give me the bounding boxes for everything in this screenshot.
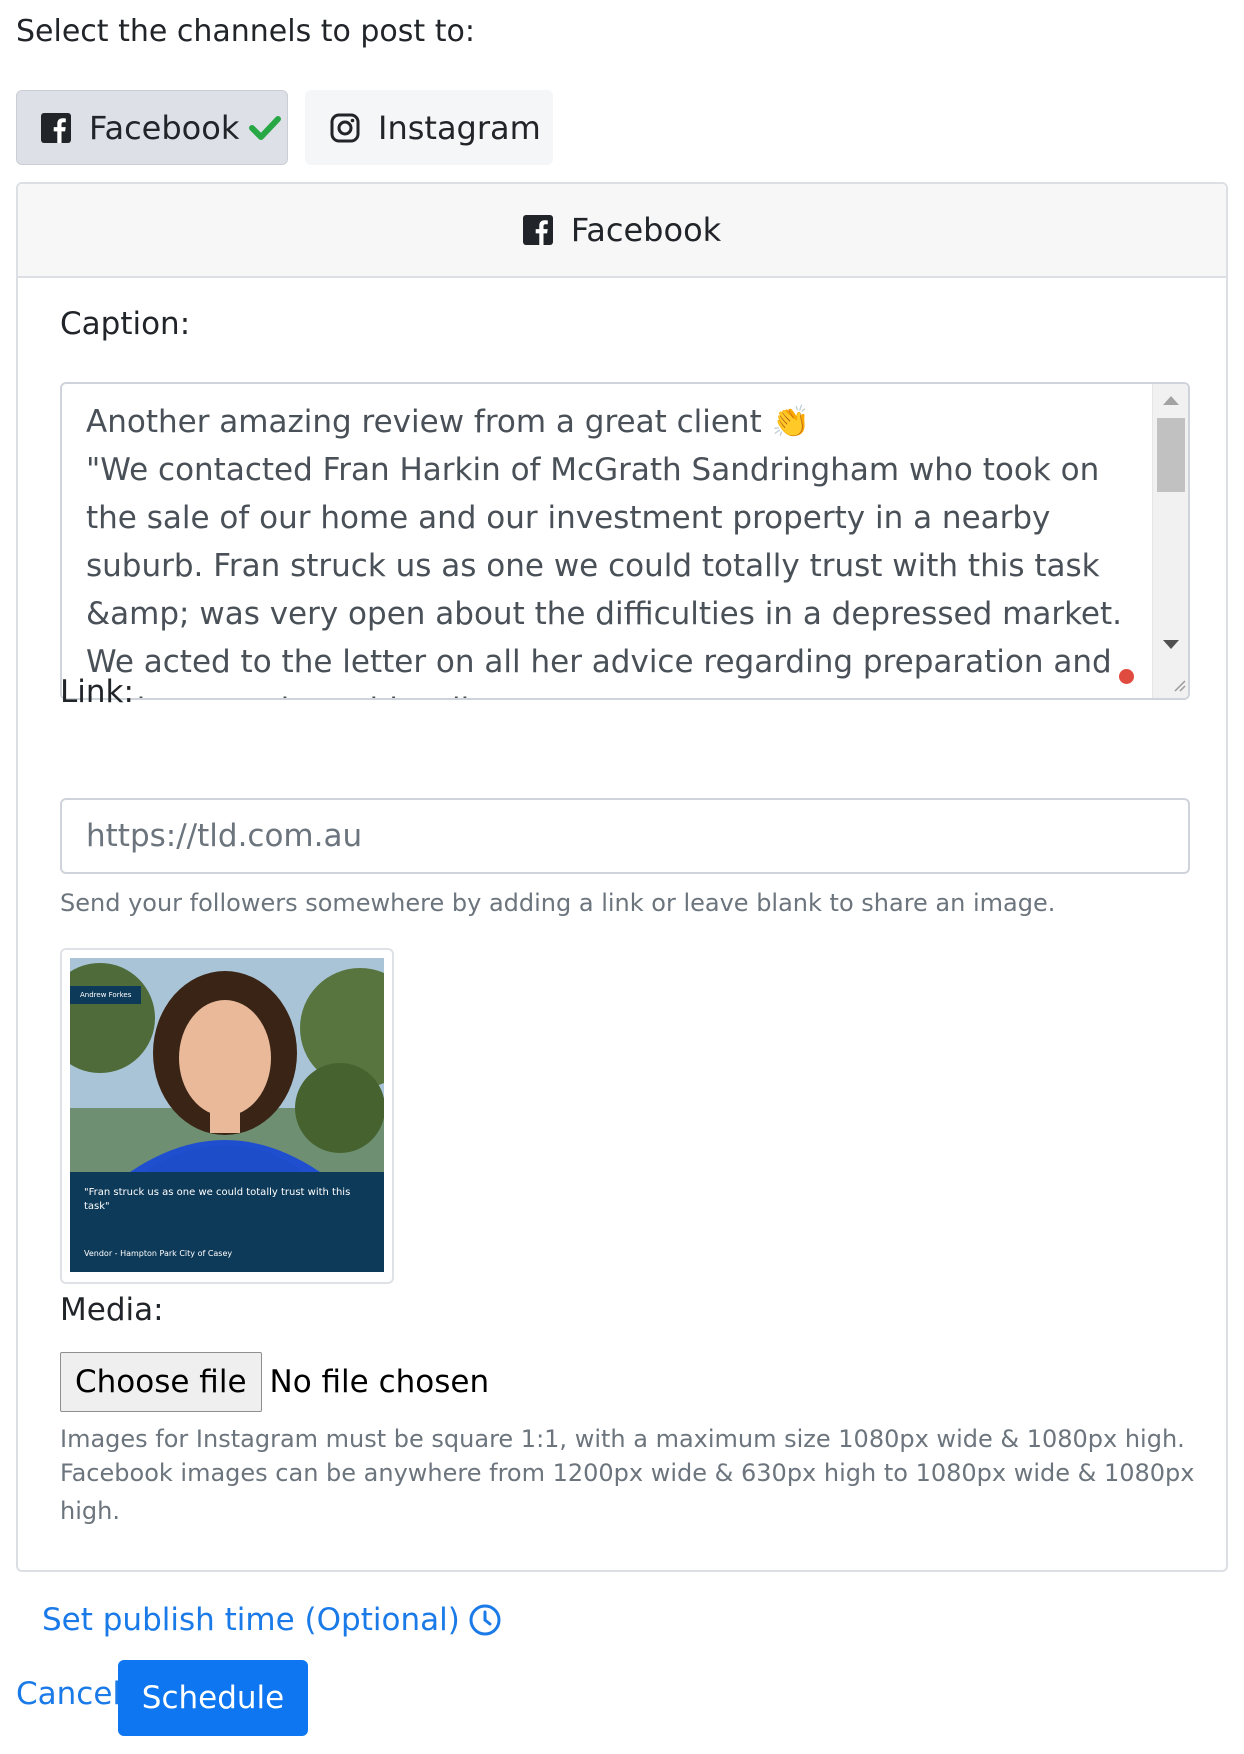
file-status: No file chosen <box>269 1364 490 1400</box>
channels-prompt: Select the channels to post to: <box>16 14 475 49</box>
image-quote: "Fran struck us as one we could totally … <box>84 1187 351 1212</box>
clock-icon[interactable] <box>468 1603 502 1637</box>
channel-instagram-label: Instagram <box>378 108 541 147</box>
spellcheck-dot <box>1119 669 1134 684</box>
check-icon <box>249 115 282 141</box>
publish-time-label[interactable]: Set publish time (Optional) <box>42 1602 460 1638</box>
media-thumbnail[interactable]: Andrew Forkes "Fran struck us as one we … <box>60 948 394 1284</box>
media-label: Media: <box>60 1292 164 1328</box>
channel-instagram-button[interactable]: Instagram <box>305 90 553 165</box>
scroll-thumb[interactable] <box>1157 418 1185 492</box>
scroll-up-icon[interactable] <box>1163 396 1179 405</box>
instagram-icon <box>330 113 360 143</box>
caption-label: Caption: <box>60 306 191 342</box>
caption-textarea[interactable]: Another amazing review from a great clie… <box>60 382 1190 700</box>
channel-facebook-label: Facebook <box>89 108 240 147</box>
caption-scrollbar[interactable] <box>1152 384 1188 698</box>
link-help-text: Send your followers somewhere by adding … <box>60 889 1056 917</box>
scroll-down-icon[interactable] <box>1163 640 1179 649</box>
set-publish-time-link[interactable]: Set publish time (Optional) <box>42 1602 502 1638</box>
choose-file-button[interactable]: Choose file <box>60 1352 262 1412</box>
facebook-icon <box>522 215 553 245</box>
image-name-tag: Andrew Forkes <box>70 986 142 1004</box>
image-vendor: Vendor - Hampton Park City of Casey <box>84 1249 233 1258</box>
file-input[interactable]: Choose file No file chosen <box>60 1352 489 1412</box>
card-title: Facebook <box>570 211 722 249</box>
link-label: Link: <box>60 674 134 710</box>
media-help-facebook: Facebook images can be anywhere from 120… <box>60 1459 1195 1525</box>
cancel-link[interactable]: Cancel <box>16 1676 121 1712</box>
facebook-post-card: Facebook Caption: Another amazing review… <box>16 182 1228 1572</box>
media-help-instagram: Images for Instagram must be square 1:1,… <box>60 1425 1185 1453</box>
channel-facebook-button[interactable]: Facebook <box>16 90 288 165</box>
media-preview-image: Andrew Forkes "Fran struck us as one we … <box>70 958 384 1272</box>
link-input[interactable]: https://tld.com.au <box>60 798 1190 874</box>
caption-text[interactable]: Another amazing review from a great clie… <box>86 398 1146 698</box>
image-quote-box: "Fran struck us as one we could totally … <box>70 1172 384 1272</box>
schedule-button[interactable]: Schedule <box>118 1660 308 1736</box>
card-header: Facebook <box>18 184 1226 278</box>
facebook-icon <box>41 112 71 143</box>
resize-grip-icon[interactable] <box>1170 676 1186 696</box>
